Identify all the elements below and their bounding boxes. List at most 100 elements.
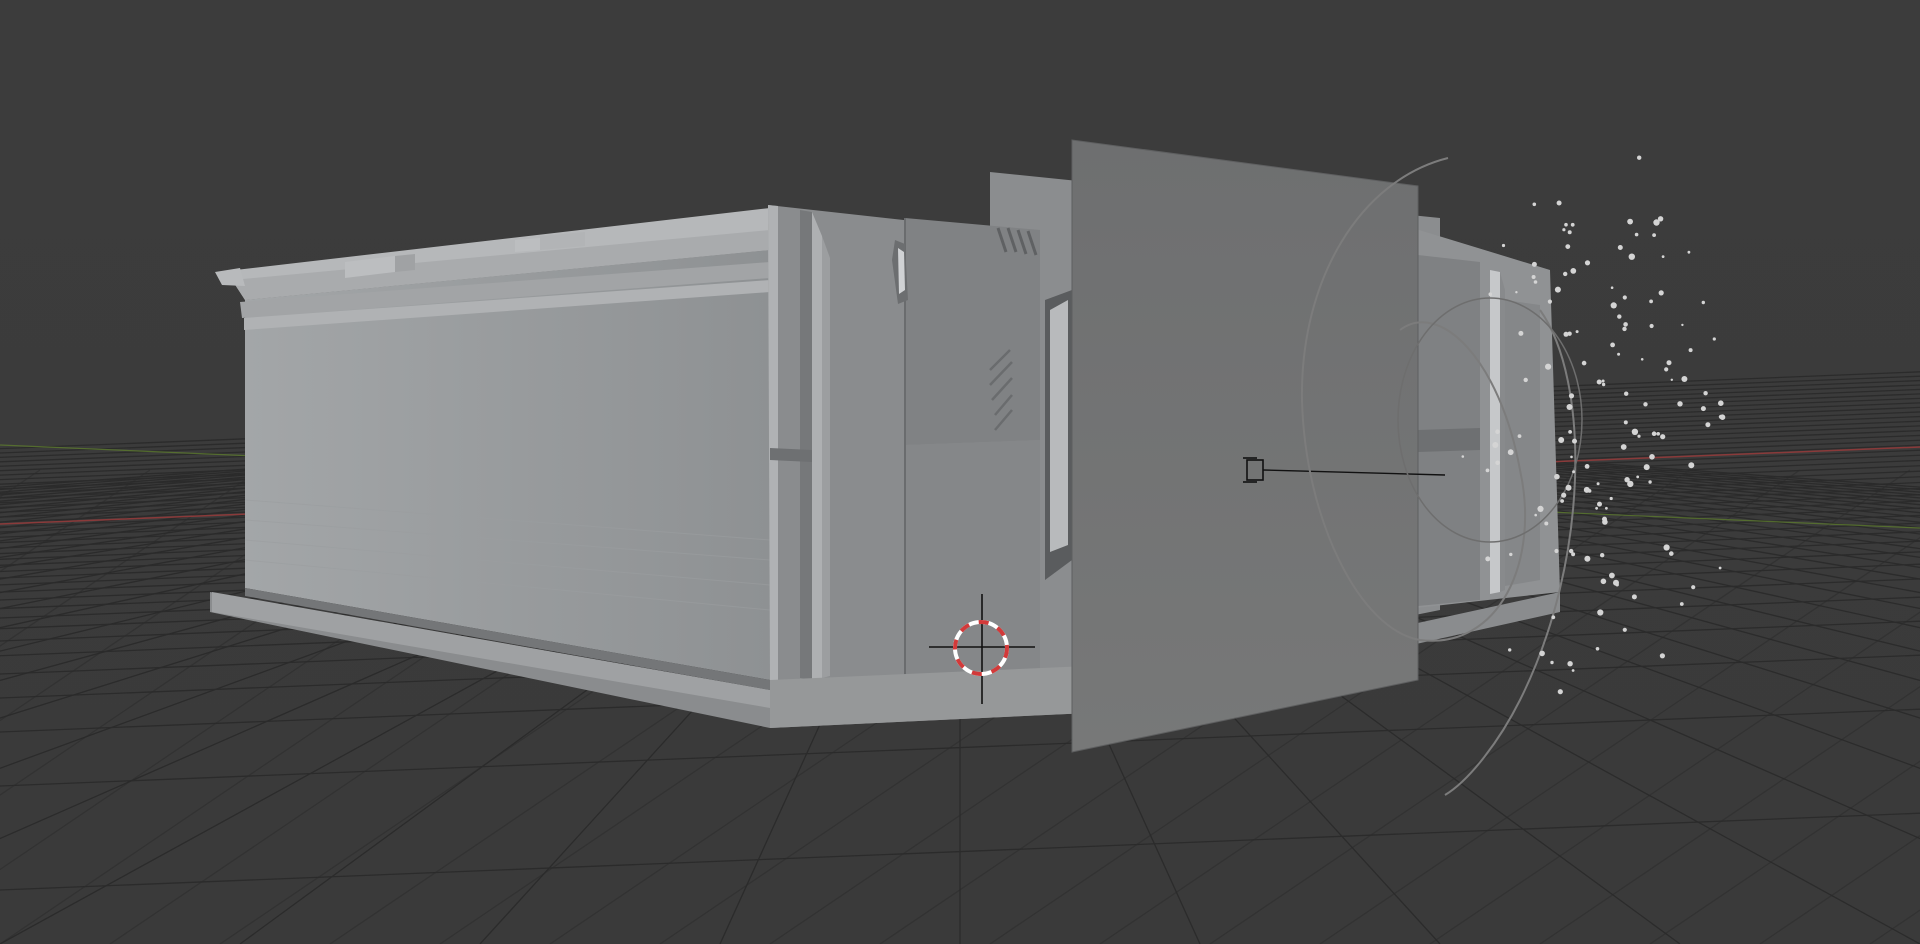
particle	[1627, 480, 1634, 488]
particle	[1609, 496, 1613, 501]
particle	[1565, 244, 1571, 250]
particle	[1556, 200, 1562, 206]
particle	[1488, 292, 1493, 297]
particle	[1508, 648, 1512, 652]
particle	[1570, 268, 1577, 274]
particle	[1584, 260, 1591, 266]
particle	[1624, 391, 1629, 396]
particle	[1688, 348, 1693, 353]
particle	[1575, 330, 1579, 334]
particle	[1670, 378, 1674, 381]
particle	[1681, 323, 1684, 327]
particle	[1634, 232, 1639, 237]
particle	[1691, 585, 1696, 590]
particle	[1687, 250, 1691, 254]
particle	[1550, 660, 1554, 665]
particle	[1560, 499, 1564, 503]
particle	[1461, 455, 1465, 458]
particle	[1643, 402, 1648, 407]
particle	[1601, 379, 1605, 383]
particle	[1570, 222, 1575, 227]
particle	[1631, 428, 1639, 435]
particle	[1656, 432, 1660, 436]
viewport-canvas[interactable]	[0, 0, 1920, 944]
particle	[1622, 295, 1627, 300]
particle	[1601, 382, 1606, 387]
particle	[1666, 360, 1672, 366]
particle	[1705, 422, 1711, 428]
particle	[1531, 275, 1536, 279]
particle	[1509, 552, 1513, 557]
particle	[1631, 594, 1637, 600]
particle	[1602, 516, 1607, 522]
particle	[1700, 406, 1706, 412]
particle	[1609, 572, 1615, 579]
particle	[1568, 393, 1575, 399]
particle	[1657, 216, 1664, 222]
particle	[1572, 470, 1576, 474]
particle	[1485, 556, 1491, 562]
particle	[1595, 506, 1598, 510]
particle	[1637, 434, 1641, 438]
particle	[1551, 615, 1556, 620]
particle	[1531, 261, 1537, 267]
particle	[1568, 430, 1572, 434]
particle	[1660, 434, 1666, 440]
particle	[1597, 501, 1602, 507]
particle	[1515, 291, 1518, 294]
particle	[1523, 377, 1528, 383]
particle	[1610, 302, 1617, 309]
particle	[1485, 468, 1490, 473]
particle	[1554, 286, 1561, 293]
particle	[1719, 414, 1726, 421]
particle	[1561, 492, 1567, 498]
particle	[1596, 379, 1602, 385]
particle	[1557, 689, 1563, 695]
particle	[1605, 506, 1608, 510]
particle	[1554, 473, 1560, 480]
particle	[1532, 202, 1537, 207]
particle	[1627, 218, 1633, 225]
particle	[1600, 553, 1605, 558]
particle	[1507, 449, 1514, 456]
particle	[1649, 323, 1654, 329]
particle	[1664, 367, 1669, 372]
particle	[1534, 513, 1537, 517]
particle	[1584, 555, 1591, 562]
3d-viewport[interactable]	[0, 0, 1920, 944]
particle	[1648, 480, 1652, 484]
particle	[1701, 300, 1706, 305]
particle	[1562, 228, 1566, 232]
particle	[1623, 322, 1628, 327]
particle	[1597, 609, 1604, 616]
particle	[1567, 661, 1573, 667]
particle	[1663, 544, 1670, 551]
particle	[1558, 437, 1565, 443]
particle	[1501, 243, 1506, 248]
particle	[1669, 551, 1674, 556]
particle	[1677, 401, 1683, 407]
particle	[1539, 650, 1545, 657]
particle	[1640, 358, 1644, 361]
particle	[1492, 442, 1499, 448]
particle	[1547, 299, 1552, 304]
particle	[1610, 286, 1614, 290]
particle	[1572, 438, 1577, 444]
particle	[1649, 454, 1655, 460]
particle	[1623, 420, 1628, 425]
particle	[1652, 233, 1656, 238]
particle	[1718, 566, 1722, 570]
particle	[1617, 352, 1621, 356]
particle	[1617, 314, 1622, 319]
particle	[1565, 484, 1572, 491]
particle	[1533, 280, 1538, 284]
particle	[1718, 400, 1724, 407]
particle	[1622, 326, 1627, 332]
particle	[1571, 552, 1576, 557]
particle	[1554, 548, 1559, 554]
particle	[1681, 376, 1688, 382]
particle	[1544, 521, 1549, 526]
particle	[1571, 669, 1575, 672]
particle	[1570, 455, 1573, 459]
particle	[1495, 429, 1500, 435]
